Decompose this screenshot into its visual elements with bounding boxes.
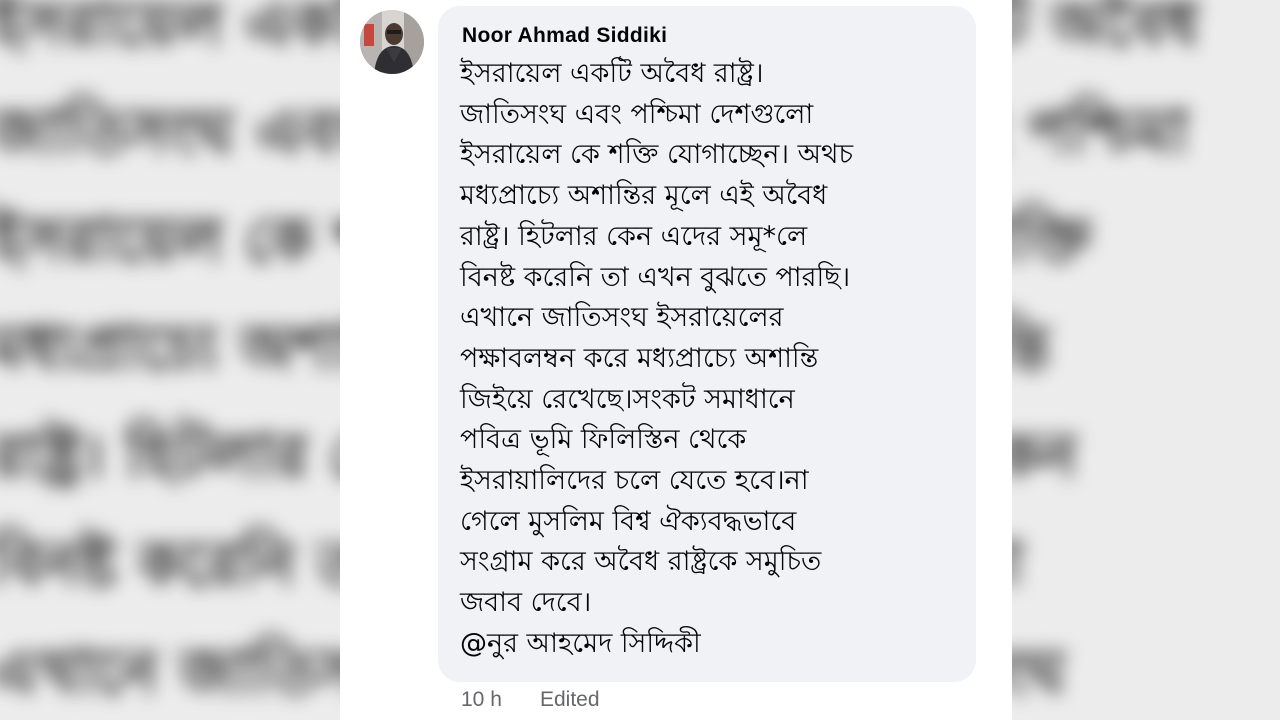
edited-label[interactable]: Edited xyxy=(540,688,600,712)
blurred-text: ইসরায়েল একটি অবৈধ জাতিসংঘ এবং পশ্চিমা ই… xyxy=(1012,0,1200,708)
comment-line: মধ্যপ্রাচ্যে অশান্তির মূলে এই অবৈধ xyxy=(460,180,828,212)
comment-line: এখানে জাতিসংঘ ইসরায়েলের xyxy=(460,302,784,334)
blurred-text: ইসরায়েল একটি অবৈধ জাতিসংঘ এবং পশ্চিমা ই… xyxy=(0,0,340,708)
avatar[interactable] xyxy=(360,10,424,74)
comment-line[interactable]: @নুর আহমেদ সিদ্দিকী xyxy=(460,624,970,665)
comment-author[interactable]: Noor Ahmad Siddiki xyxy=(462,24,667,48)
comment-line: সংগ্রাম করে অবৈধ রাষ্ট্রকে সমুচিত xyxy=(460,546,822,578)
comment-line: জবাব দেবে। xyxy=(460,587,592,619)
comment-line: ইসরায়েল একটি অবৈধ রাষ্ট্র। xyxy=(460,58,764,89)
comment-text: ইসরায়েল একটি অবৈধ রাষ্ট্র। জাতিসংঘ এবং … xyxy=(460,54,970,665)
comment-line: গেলে মুসলিম বিশ্ব ঐক্যবদ্ধভাবে xyxy=(460,505,797,537)
comment-line: জাতিসংঘ এবং পশ্চিমা দেশগুলো xyxy=(460,98,814,130)
blurred-background-right: ইসরায়েল একটি অবৈধ জাতিসংঘ এবং পশ্চিমা ই… xyxy=(1012,0,1280,720)
comment-bubble: Noor Ahmad Siddiki ইসরায়েল একটি অবৈধ রা… xyxy=(438,6,976,682)
comment-panel: Noor Ahmad Siddiki ইসরায়েল একটি অবৈধ রা… xyxy=(340,0,1012,720)
blurred-background-left: ইসরায়েল একটি অবৈধ জাতিসংঘ এবং পশ্চিমা ই… xyxy=(0,0,340,720)
comment-line: ইসরায়ালিদের চলে যেতে হবে।না xyxy=(460,465,809,497)
comment-line: পবিত্র ভূমি ফিলিস্তিন থেকে xyxy=(460,424,747,456)
comment-line: জিইয়ে রেখেছে।সংকট সমাধানে xyxy=(460,383,795,415)
comment-line: বিনষ্ট করেনি তা এখন বুঝতে পারছি। xyxy=(460,261,851,293)
profile-photo-icon xyxy=(360,10,424,74)
comment-line: রাষ্ট্র। হিটলার কেন এদের সমূ*লে xyxy=(460,220,808,252)
comment-line: পক্ষাবলম্বন করে মধ্যপ্রাচ্যে অশান্তি xyxy=(460,342,819,374)
comment-timestamp[interactable]: 10 h xyxy=(461,688,502,712)
comment-line: ইসরায়েল কে শক্তি যোগাচ্ছেন। অথচ xyxy=(460,139,854,171)
